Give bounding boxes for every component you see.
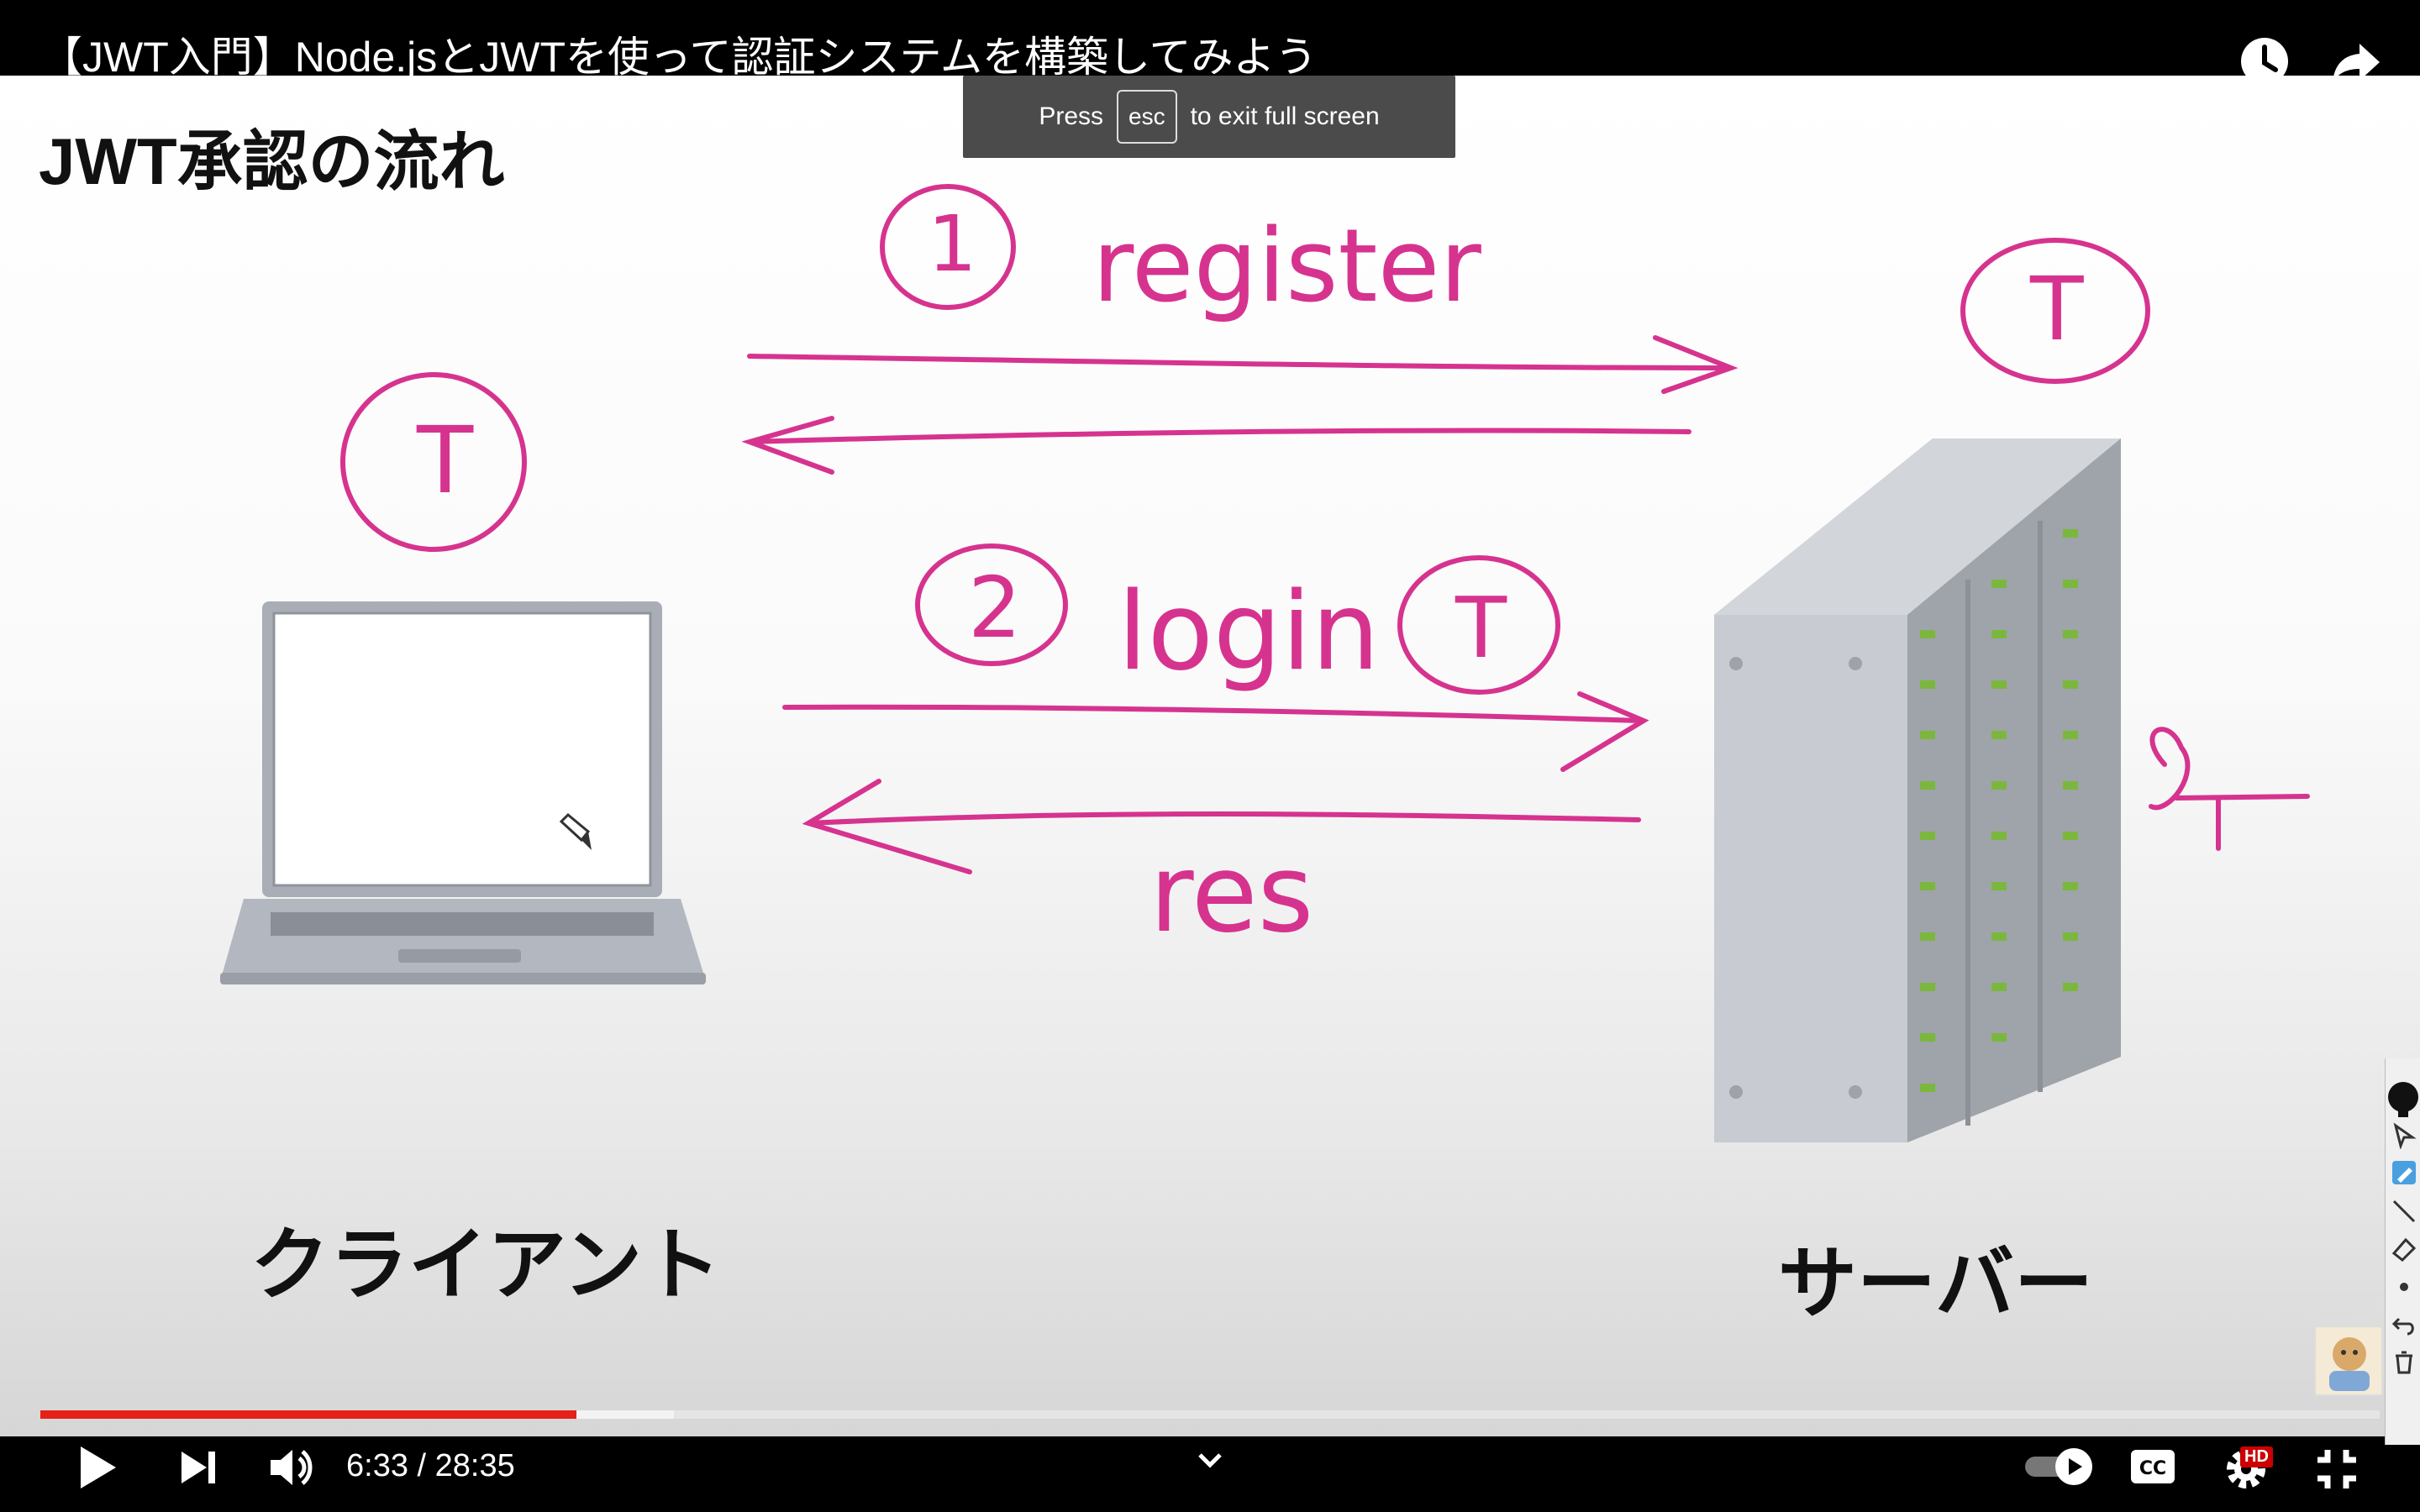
autoplay-toggle-icon[interactable]	[2022, 1445, 2099, 1488]
line-tool-icon[interactable]	[2391, 1198, 2417, 1225]
register-label: register	[1092, 208, 1481, 325]
play-icon[interactable]	[74, 1441, 121, 1494]
exit-fullscreen-icon[interactable]	[2314, 1446, 2360, 1492]
step1-number: 1	[928, 199, 977, 289]
client-token-letter: T	[416, 407, 474, 514]
volume-icon[interactable]	[266, 1443, 314, 1492]
svg-text:CC: CC	[2139, 1458, 2166, 1479]
share-arrow-icon[interactable]	[2328, 34, 2383, 89]
presenter-avatar	[2314, 1326, 2383, 1396]
toast-prefix: Press	[1039, 102, 1103, 130]
login-token-letter: T	[1455, 579, 1507, 677]
hd-badge: HD	[2240, 1446, 2273, 1467]
pen-tool-icon[interactable]	[2391, 1159, 2417, 1186]
laptop-illustration	[220, 601, 706, 984]
chevron-down-icon[interactable]	[1193, 1443, 1227, 1477]
server-caption: サーバー	[1778, 1239, 2094, 1327]
client-caption: クライアント	[250, 1221, 722, 1309]
next-icon[interactable]	[176, 1446, 222, 1488]
trash-icon[interactable]	[2391, 1349, 2417, 1376]
server-token-letter: T	[2029, 258, 2084, 360]
pointer-icon[interactable]	[2391, 1122, 2417, 1149]
exit-fullscreen-toast: Press esc to exit full screen	[963, 76, 1455, 158]
step2-number: 2	[968, 559, 1022, 657]
lightbulb-icon[interactable]	[2386, 1080, 2420, 1124]
time-display: 6:33 / 28:35	[346, 1448, 515, 1483]
res-label: res	[1150, 832, 1313, 957]
login-label: login	[1118, 570, 1380, 695]
eraser-icon[interactable]	[2391, 1235, 2417, 1262]
progress-bar[interactable]	[40, 1410, 2380, 1419]
video-frame[interactable]: JWT承認の流れ 1 register T T 2 login T res クラ…	[0, 76, 2420, 1436]
played-fill	[40, 1410, 576, 1419]
esc-key-badge: esc	[1117, 90, 1177, 144]
toast-suffix: to exit full screen	[1190, 102, 1380, 130]
undo-icon[interactable]	[2391, 1310, 2417, 1337]
server-illustration	[1714, 438, 2121, 1142]
captions-icon[interactable]: CC	[2129, 1446, 2176, 1487]
dot-icon[interactable]	[2391, 1273, 2417, 1300]
watch-later-clock-icon[interactable]	[2237, 34, 2292, 89]
